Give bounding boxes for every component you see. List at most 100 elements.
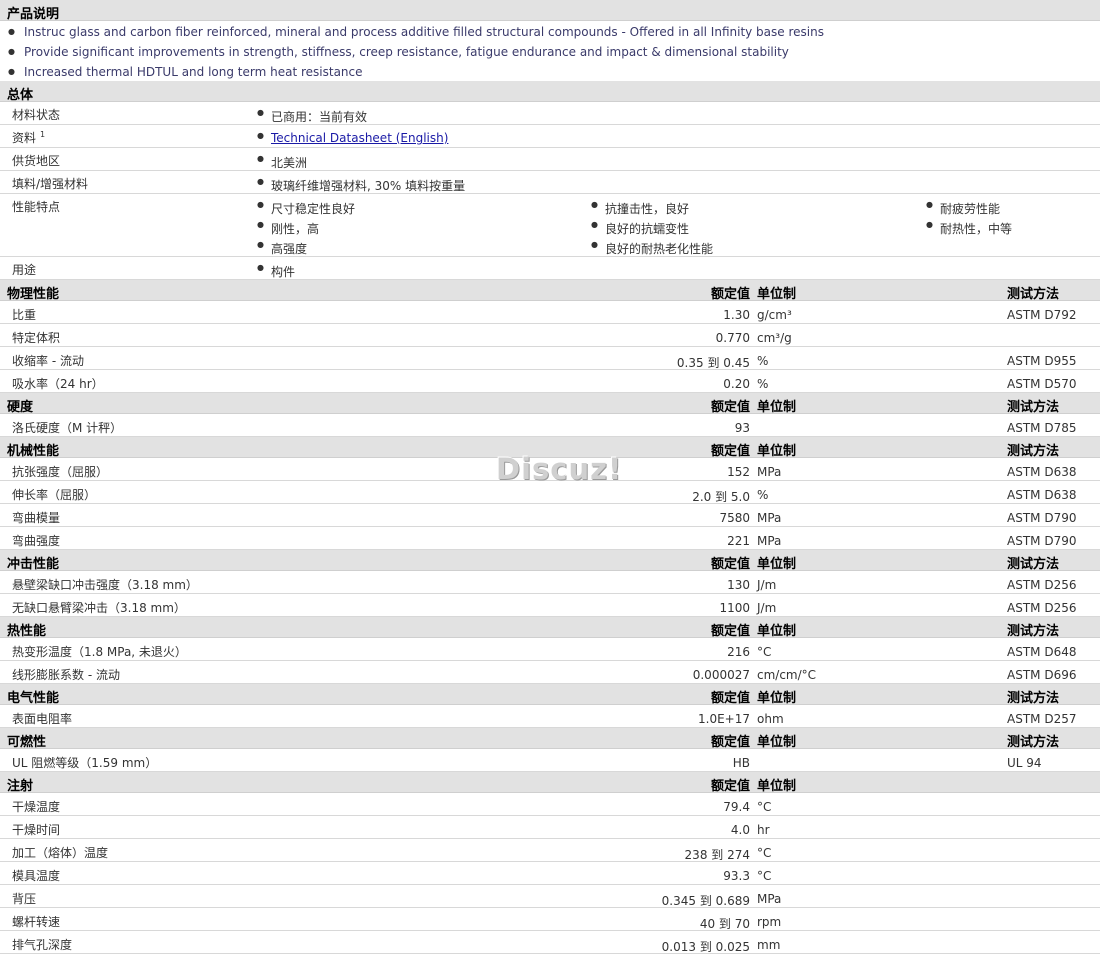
property-row: 弯曲强度 221 MPa ASTM D790 bbox=[0, 527, 1100, 550]
column-header-unit: 单位制 bbox=[757, 444, 797, 459]
property-value: 221 bbox=[727, 534, 750, 548]
section-title: 电气性能 bbox=[7, 691, 60, 706]
property-method: ASTM D648 bbox=[1007, 645, 1077, 659]
property-label: 背压 bbox=[12, 892, 37, 906]
property-row: 背压 0.345 到 0.689 MPa bbox=[0, 885, 1100, 908]
column-header-nominal: 额定值 bbox=[710, 287, 750, 302]
property-label: 螺杆转速 bbox=[12, 915, 61, 929]
section-title: 注射 bbox=[7, 779, 34, 794]
column-header-nominal: 额定值 bbox=[710, 400, 750, 415]
property-unit: % bbox=[757, 488, 769, 502]
property-label: 吸水率（24 hr） bbox=[12, 377, 104, 391]
general-item-text: 尺寸稳定性良好 bbox=[271, 202, 356, 216]
bullet-icon: ● bbox=[257, 154, 264, 163]
general-item-text: 高强度 bbox=[271, 242, 308, 256]
property-label: 排气孔深度 bbox=[12, 938, 73, 952]
property-row: 悬壁梁缺口冲击强度（3.18 mm） 130 J/m ASTM D256 bbox=[0, 571, 1100, 594]
general-label-text: 性能特点 bbox=[12, 200, 61, 214]
property-row: UL 阻燃等级（1.59 mm） HB UL 94 bbox=[0, 749, 1100, 772]
column-header-method: 测试方法 bbox=[1007, 691, 1060, 706]
bullet-icon: ● bbox=[257, 200, 264, 209]
property-method: ASTM D638 bbox=[1007, 488, 1077, 502]
description-list: ● Instruc glass and carbon fiber reinforc… bbox=[0, 21, 1100, 81]
general-item-text: 构件 bbox=[271, 265, 296, 279]
bullet-icon: ● bbox=[926, 200, 933, 209]
property-value: 0.20 bbox=[723, 377, 750, 391]
column-header-nominal: 额定值 bbox=[710, 444, 750, 459]
property-value: 40 到 70 bbox=[699, 917, 750, 931]
column-header-method: 测试方法 bbox=[1007, 557, 1060, 572]
property-label: 模具温度 bbox=[12, 869, 61, 883]
property-value: 0.345 到 0.689 bbox=[661, 894, 750, 908]
column-header-nominal: 额定值 bbox=[710, 624, 750, 639]
property-unit: ohm bbox=[757, 712, 784, 726]
column-header-unit: 单位制 bbox=[757, 691, 797, 706]
column-header-nominal: 额定值 bbox=[710, 779, 750, 794]
bullet-icon: ● bbox=[257, 108, 264, 117]
property-label: 无缺口悬臂梁冲击（3.18 mm） bbox=[12, 601, 186, 615]
property-value: 152 bbox=[727, 465, 750, 479]
general-label-text: 用途 bbox=[12, 263, 37, 277]
bullet-icon: ● bbox=[591, 200, 598, 209]
general-row: 填料/增强材料 ● 玻璃纤维增强材料, 30% 填料按重量 bbox=[0, 171, 1100, 194]
section-header: 热性能 额定值 单位制 测试方法 bbox=[0, 617, 1100, 639]
column-header-unit: 单位制 bbox=[757, 779, 797, 794]
property-value: 93 bbox=[734, 421, 750, 435]
bullet-icon: ● bbox=[8, 47, 15, 56]
property-unit: cm/cm/°C bbox=[757, 668, 817, 682]
bullet-icon: ● bbox=[591, 240, 598, 249]
property-row: 加工（熔体）温度 238 到 274 °C bbox=[0, 839, 1100, 862]
property-label: 收缩率 - 流动 bbox=[12, 354, 84, 368]
property-unit: J/m bbox=[757, 578, 777, 592]
property-label: 热变形温度（1.8 MPa, 未退火） bbox=[12, 645, 187, 659]
general-label: 性能特点 bbox=[12, 198, 60, 215]
property-unit: °C bbox=[757, 869, 772, 883]
property-sections: 物理性能 额定值 单位制 测试方法 比重 1.30 g/cm³ ASTM D792 特定体积 0.… bbox=[0, 280, 1100, 954]
column-header-method: 测试方法 bbox=[1007, 400, 1060, 415]
property-label: 干燥温度 bbox=[12, 800, 61, 814]
property-value: 2.0 到 5.0 bbox=[692, 490, 750, 504]
property-row: 特定体积 0.770 cm³/g bbox=[0, 324, 1100, 347]
general-item-text: 良好的耐热老化性能 bbox=[605, 242, 714, 256]
watermark-logo: Discuz! bbox=[496, 452, 623, 486]
section-title: 冲击性能 bbox=[7, 557, 60, 572]
property-value: 79.4 bbox=[723, 800, 750, 814]
property-value: 0.000027 bbox=[692, 668, 750, 682]
property-label: UL 阻燃等级（1.59 mm） bbox=[12, 756, 158, 770]
property-unit: cm³/g bbox=[757, 331, 792, 345]
section-title: 热性能 bbox=[7, 624, 47, 639]
section-header: 冲击性能 额定值 单位制 测试方法 bbox=[0, 550, 1100, 572]
general-table: 材料状态 ● 已商用：当前有效 资料 1 ● Technical Datasheet (En… bbox=[0, 102, 1100, 280]
general-item-text: 耐疲劳性能 bbox=[940, 202, 1001, 216]
general-row: 性能特点 ● 尺寸稳定性良好 ● 刚性，高 ● 高强度 ● 抗撞击性，良好 ● 良好的抗蠕变性 ● 良好… bbox=[0, 194, 1100, 257]
column-header-method: 测试方法 bbox=[1007, 735, 1060, 750]
property-unit: MPa bbox=[757, 465, 782, 479]
property-unit: °C bbox=[757, 645, 772, 659]
property-value: 0.770 bbox=[715, 331, 750, 345]
property-method: ASTM D256 bbox=[1007, 601, 1077, 615]
column-header-nominal: 额定值 bbox=[710, 735, 750, 750]
bullet-icon: ● bbox=[257, 263, 264, 272]
property-method: UL 94 bbox=[1007, 756, 1042, 770]
description-bullet: ● Increased thermal HDTUL and long term h… bbox=[0, 61, 1100, 81]
general-label: 资料 1 bbox=[12, 129, 45, 146]
column-header-unit: 单位制 bbox=[757, 400, 797, 415]
property-value: 0.013 到 0.025 bbox=[661, 940, 750, 954]
property-row: 模具温度 93.3 °C bbox=[0, 862, 1100, 885]
bullet-text: Increased thermal HDTUL and long term he… bbox=[24, 65, 363, 79]
property-row: 比重 1.30 g/cm³ ASTM D792 bbox=[0, 301, 1100, 324]
section-description-header: 产品说明 bbox=[0, 0, 1100, 22]
description-bullet: ● Instruc glass and carbon fiber reinforc… bbox=[0, 21, 1100, 41]
general-row: 供货地区 ● 北美洲 bbox=[0, 148, 1100, 171]
section-header: 物理性能 额定值 单位制 测试方法 bbox=[0, 280, 1100, 302]
property-unit: hr bbox=[757, 823, 770, 837]
property-label: 加工（熔体）温度 bbox=[12, 846, 109, 860]
general-label-text: 填料/增强材料 bbox=[12, 177, 89, 191]
datasheet-link[interactable]: Technical Datasheet (English) bbox=[271, 131, 448, 145]
property-label: 抗张强度（屈服） bbox=[12, 465, 109, 479]
property-label: 洛氏硬度（M 计秤） bbox=[12, 421, 123, 435]
property-value: 7580 bbox=[719, 511, 750, 525]
property-unit: MPa bbox=[757, 511, 782, 525]
bullet-icon: ● bbox=[8, 67, 15, 76]
property-row: 洛氏硬度（M 计秤） 93 ASTM D785 bbox=[0, 414, 1100, 437]
